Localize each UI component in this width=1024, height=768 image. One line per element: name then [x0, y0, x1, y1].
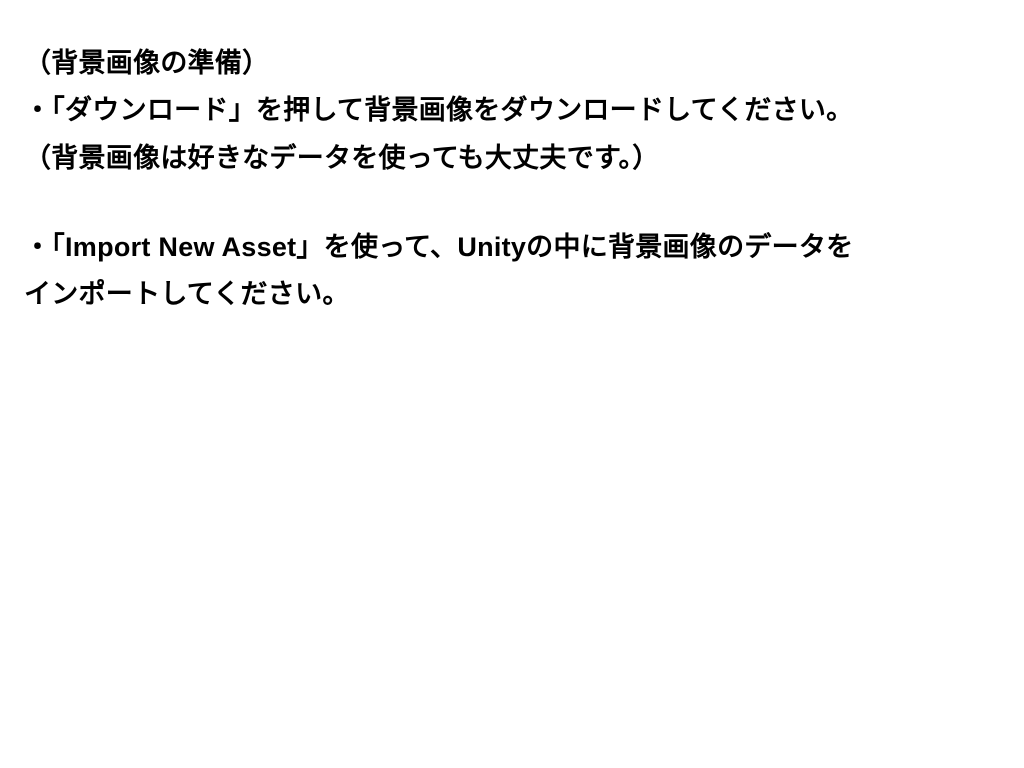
instruction-1-line-1: ・「ダウンロード」を押して背景画像をダウンロードしてください。 — [24, 87, 1000, 134]
instruction-block-1: ・「ダウンロード」を押して背景画像をダウンロードしてください。 （背景画像は好き… — [24, 87, 1000, 182]
instruction-block-2: ・「Import New Asset」を使って、Unityの中に背景画像のデータ… — [24, 224, 1000, 319]
instruction-2-line-1: ・「Import New Asset」を使って、Unityの中に背景画像のデータ… — [24, 224, 1000, 271]
instruction-2-line-2: インポートしてください。 — [24, 271, 1000, 318]
instruction-1-line-2: （背景画像は好きなデータを使っても大丈夫です。） — [24, 135, 1000, 182]
document-body: （背景画像の準備） ・「ダウンロード」を押して背景画像をダウンロードしてください… — [24, 40, 1000, 318]
heading-line: （背景画像の準備） — [24, 40, 1000, 87]
